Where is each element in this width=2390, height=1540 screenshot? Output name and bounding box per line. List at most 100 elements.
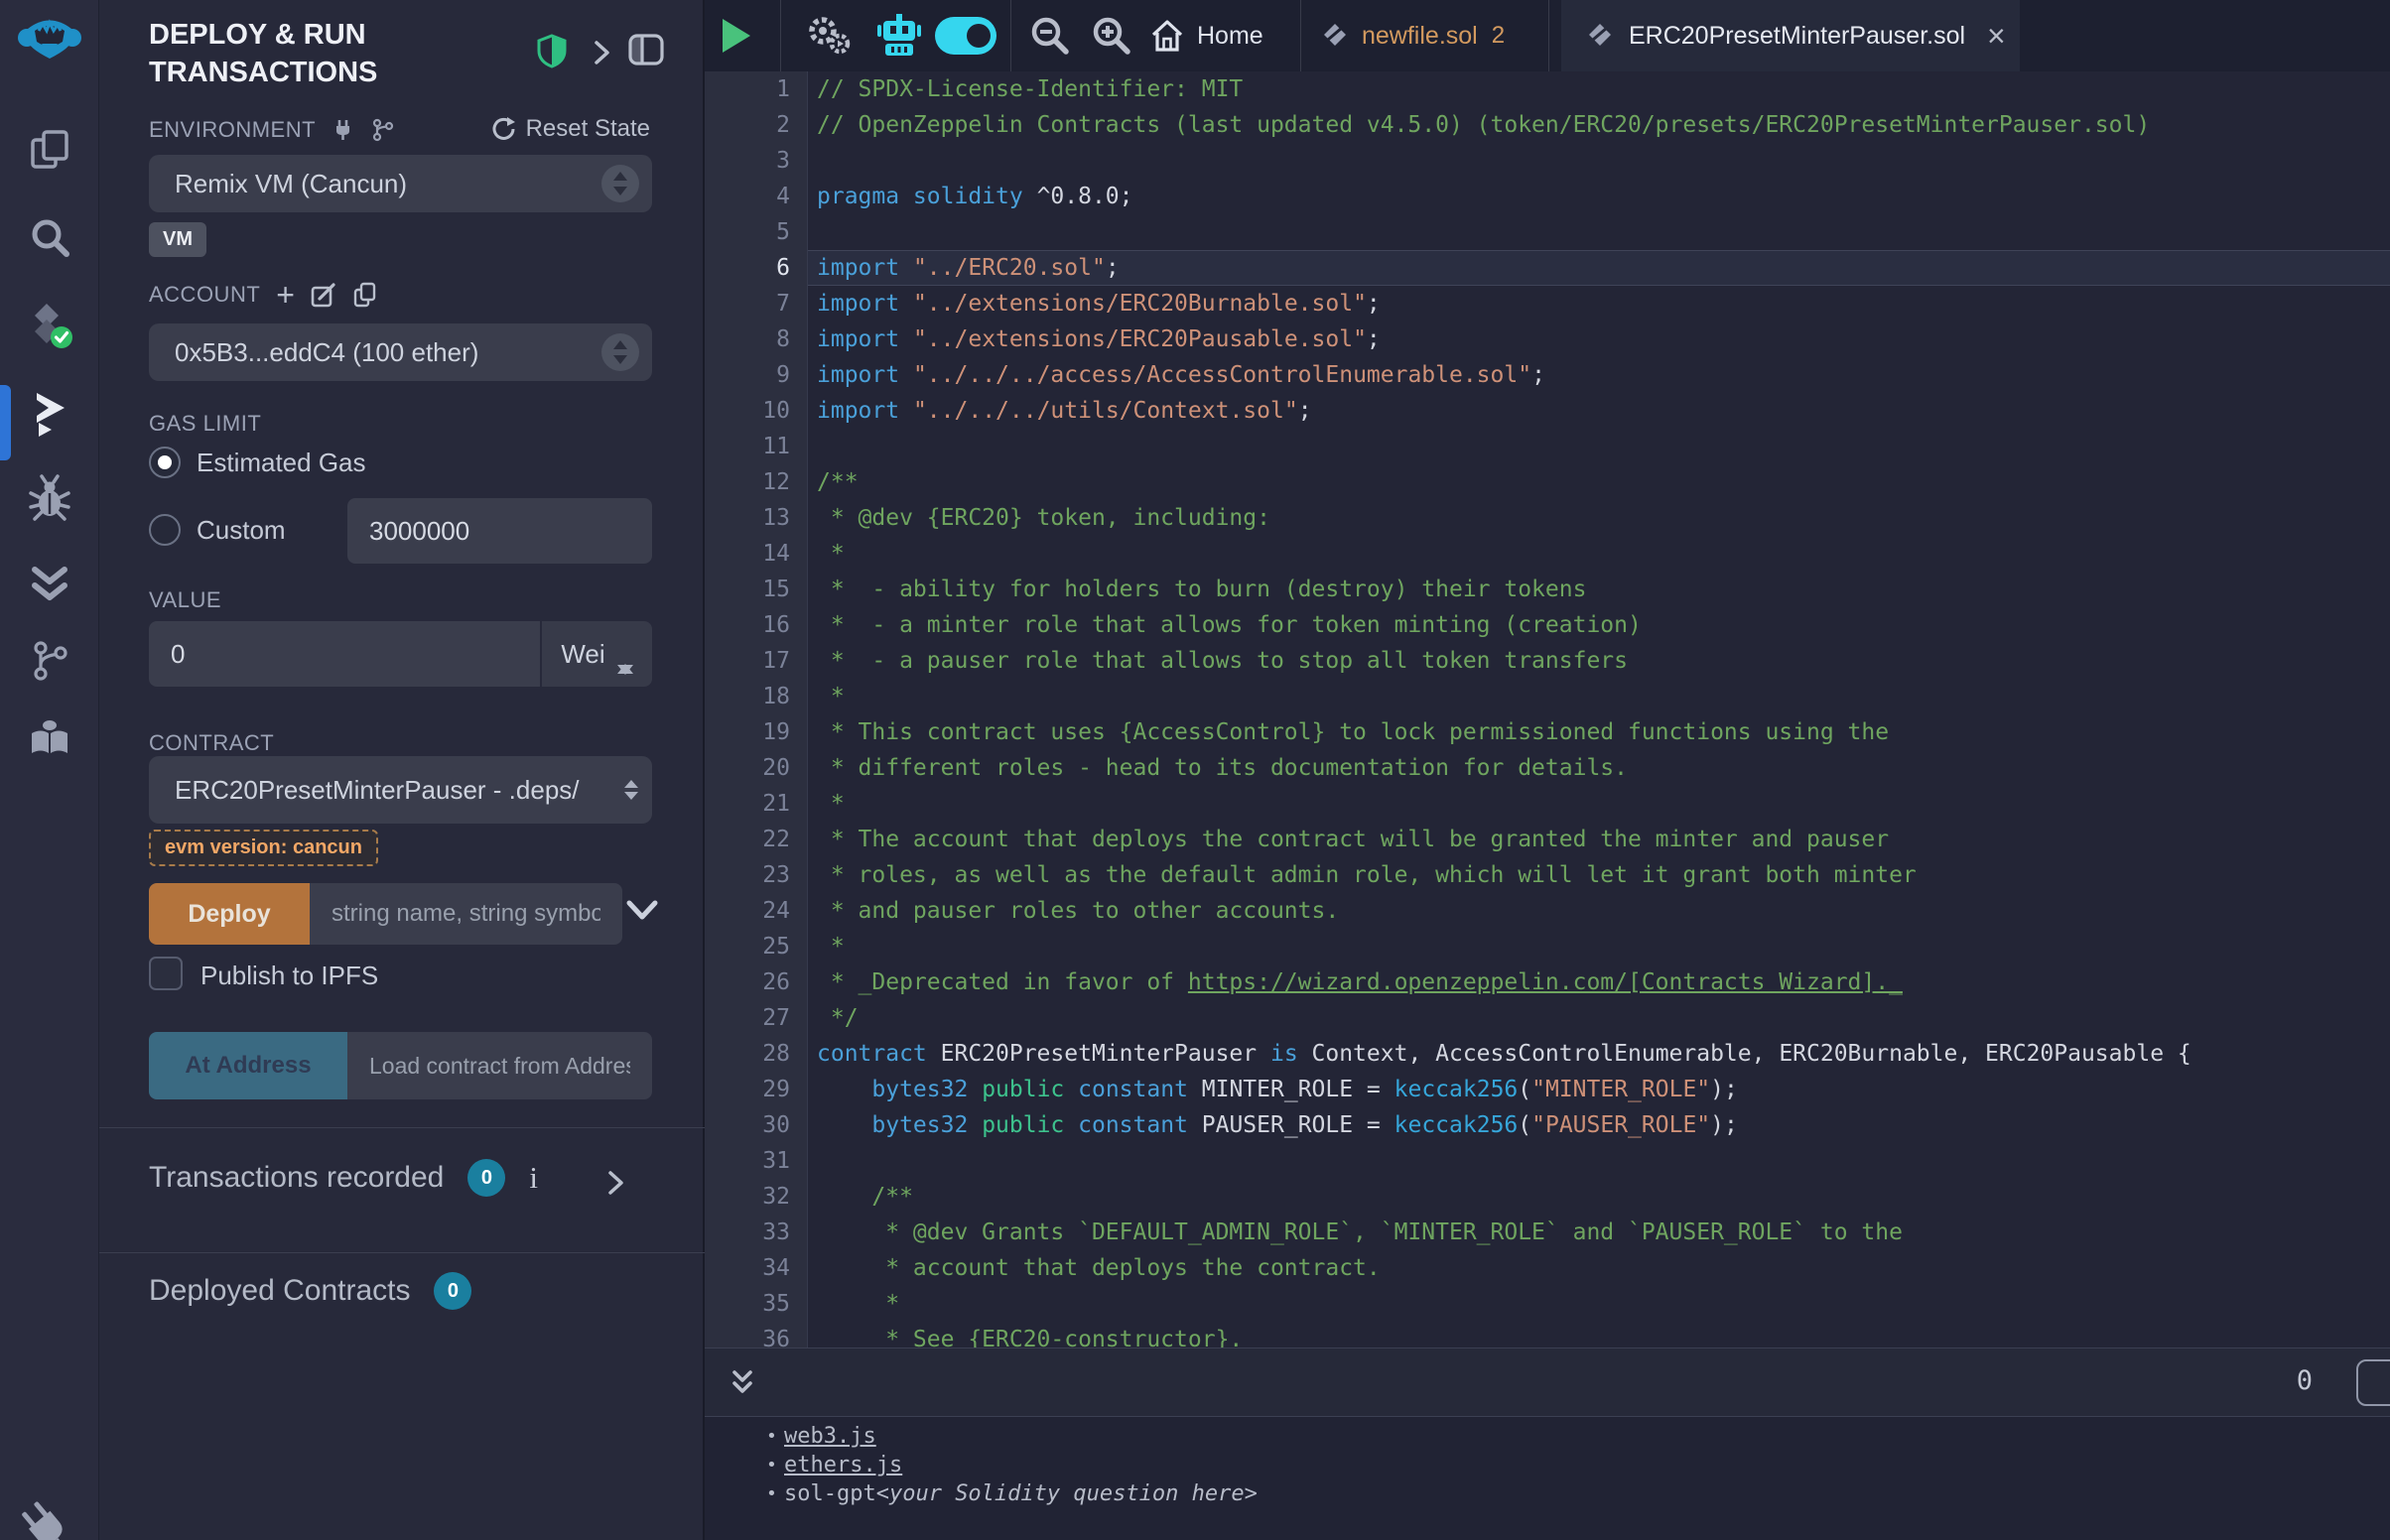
code-line[interactable]: 28contract ERC20PresetMinterPauser is Co… — [705, 1036, 2390, 1072]
terminal-output[interactable]: •web3.js•ethers.js•sol-gpt <your Solidit… — [705, 1417, 2390, 1540]
code-line[interactable]: 8import "../extensions/ERC20Pausable.sol… — [705, 321, 2390, 357]
value-label: VALUE — [149, 587, 221, 613]
shield-icon[interactable] — [536, 34, 568, 69]
zoom-out-button[interactable] — [1028, 0, 1072, 71]
close-tab-icon[interactable]: × — [1987, 18, 2006, 55]
zoom-in-button[interactable] — [1090, 0, 1133, 71]
git-icon[interactable] — [28, 639, 71, 683]
publish-ipfs-checkbox[interactable] — [149, 957, 183, 990]
solidity-compiler-icon[interactable] — [25, 302, 74, 351]
code-line[interactable]: 34 * account that deploys the contract. — [705, 1250, 2390, 1286]
add-account-icon[interactable]: + — [276, 282, 295, 308]
code-line[interactable]: 19 * This contract uses {AccessControl} … — [705, 714, 2390, 750]
code-line[interactable]: 31 — [705, 1143, 2390, 1179]
estimated-gas-radio[interactable] — [149, 447, 181, 478]
terminal-line[interactable] — [705, 1508, 2390, 1537]
tab-newfile[interactable]: newfile.sol 2 — [1322, 0, 1505, 71]
zoom-out-icon — [1028, 14, 1072, 58]
line-number: 16 — [705, 607, 808, 643]
transactions-expand-chevron-icon[interactable] — [607, 1169, 625, 1197]
ai-assistant-button[interactable] — [875, 0, 923, 71]
at-address-button[interactable]: At Address — [149, 1032, 347, 1099]
code-line[interactable]: 14 * — [705, 536, 2390, 572]
code-line[interactable]: 6import "../ERC20.sol"; — [705, 250, 2390, 286]
expand-deploy-chevron-icon[interactable] — [623, 891, 661, 929]
code-line[interactable]: 25 * — [705, 929, 2390, 964]
edit-account-icon[interactable] — [311, 282, 336, 308]
select-stepper-icon — [600, 332, 640, 372]
gas-limit-label: GAS LIMIT — [149, 411, 261, 437]
environment-select[interactable]: Remix VM (Cancun) — [149, 155, 652, 212]
code-line[interactable]: 24 * and pauser roles to other accounts. — [705, 893, 2390, 929]
code-line[interactable]: 1// SPDX-License-Identifier: MIT — [705, 71, 2390, 107]
custom-gas-radio[interactable] — [149, 514, 181, 546]
file-explorer-icon[interactable] — [28, 127, 71, 173]
script-config-button[interactable] — [804, 0, 852, 71]
learneth-icon[interactable] — [28, 716, 71, 760]
search-icon[interactable] — [28, 216, 71, 260]
deploy-button[interactable]: Deploy — [149, 883, 310, 945]
ai-copilot-toggle[interactable] — [935, 0, 996, 71]
contract-select[interactable]: ERC20PresetMinterPauser - .deps/ — [149, 756, 652, 824]
code-line[interactable]: 11 — [705, 429, 2390, 464]
code-line[interactable]: 30 bytes32 public constant PAUSER_ROLE =… — [705, 1107, 2390, 1143]
code-line[interactable]: 21 * — [705, 786, 2390, 822]
terminal-line[interactable]: •sol-gpt <your Solidity question here> — [705, 1479, 2390, 1508]
code-line[interactable]: 5 — [705, 214, 2390, 250]
debugger-icon[interactable] — [28, 474, 71, 522]
tab-erc20presetminterpauser[interactable]: ERC20PresetMinterPauser.sol × — [1561, 0, 2020, 71]
deploy-run-icon[interactable] — [27, 389, 72, 437]
line-number: 10 — [705, 393, 808, 429]
value-input[interactable] — [149, 621, 540, 687]
terminal-line[interactable]: •ethers.js — [705, 1451, 2390, 1479]
deploy-run-panel: DEPLOY & RUN TRANSACTIONS ENVIRONMENT — [99, 0, 705, 1540]
code-line[interactable]: 12/** — [705, 464, 2390, 500]
plug-icon[interactable] — [332, 118, 355, 142]
code-line[interactable]: 22 * The account that deploys the contra… — [705, 822, 2390, 857]
panel-layout-icon[interactable] — [627, 33, 665, 66]
collapse-terminal-icon[interactable] — [727, 1366, 758, 1400]
code-line[interactable]: 26 * _Deprecated in favor of https://wiz… — [705, 964, 2390, 1000]
code-line[interactable]: 4pragma solidity ^0.8.0; — [705, 179, 2390, 214]
chevron-right-icon[interactable] — [594, 40, 611, 65]
terminal-pill-outline[interactable] — [2356, 1359, 2390, 1406]
line-number: 9 — [705, 357, 808, 393]
code-line[interactable]: 13 * @dev {ERC20} token, including: — [705, 500, 2390, 536]
line-number: 4 — [705, 179, 808, 214]
code-line[interactable]: 10import "../../../utils/Context.sol"; — [705, 393, 2390, 429]
value-unit-select[interactable]: Wei — [542, 621, 652, 687]
code-line[interactable]: 9import "../../../access/AccessControlEn… — [705, 357, 2390, 393]
code-line[interactable]: 33 * @dev Grants `DEFAULT_ADMIN_ROLE`, `… — [705, 1215, 2390, 1250]
code-line[interactable]: 35 * — [705, 1286, 2390, 1322]
code-line[interactable]: 16 * - a minter role that allows for tok… — [705, 607, 2390, 643]
code-line[interactable]: 32 /** — [705, 1179, 2390, 1215]
unit-testing-icon[interactable] — [28, 562, 71, 605]
line-number: 1 — [705, 71, 808, 107]
plugin-manager-icon[interactable] — [12, 1493, 86, 1540]
code-line[interactable]: 20 * different roles - head to its docum… — [705, 750, 2390, 786]
info-icon[interactable]: i — [529, 1160, 538, 1196]
code-line[interactable]: 27 */ — [705, 1000, 2390, 1036]
code-line[interactable]: 18 * — [705, 679, 2390, 714]
code-editor[interactable]: 1// SPDX-License-Identifier: MIT2// Open… — [705, 71, 2390, 1348]
run-script-button[interactable] — [723, 0, 750, 71]
code-line[interactable]: 36 * See {ERC20-constructor}. — [705, 1322, 2390, 1348]
copy-account-icon[interactable] — [352, 282, 378, 308]
terminal-bar[interactable]: 0 — [705, 1348, 2390, 1417]
reset-state-button[interactable]: Reset State — [490, 115, 650, 143]
account-select[interactable]: 0x5B3...eddC4 (100 ether) — [149, 323, 652, 381]
fork-icon[interactable] — [371, 118, 395, 142]
remix-logo-icon[interactable] — [18, 12, 81, 69]
custom-gas-input[interactable] — [347, 498, 652, 564]
code-line[interactable]: 29 bytes32 public constant MINTER_ROLE =… — [705, 1072, 2390, 1107]
tab-home[interactable]: Home — [1149, 0, 1263, 71]
deploy-args-input[interactable] — [310, 883, 622, 945]
at-address-input[interactable] — [347, 1032, 652, 1099]
code-line[interactable]: 7import "../extensions/ERC20Burnable.sol… — [705, 286, 2390, 321]
code-line[interactable]: 17 * - a pauser role that allows to stop… — [705, 643, 2390, 679]
terminal-line[interactable]: •web3.js — [705, 1422, 2390, 1451]
code-line[interactable]: 2// OpenZeppelin Contracts (last updated… — [705, 107, 2390, 143]
code-line[interactable]: 23 * roles, as well as the default admin… — [705, 857, 2390, 893]
code-line[interactable]: 3 — [705, 143, 2390, 179]
code-line[interactable]: 15 * - ability for holders to burn (dest… — [705, 572, 2390, 607]
